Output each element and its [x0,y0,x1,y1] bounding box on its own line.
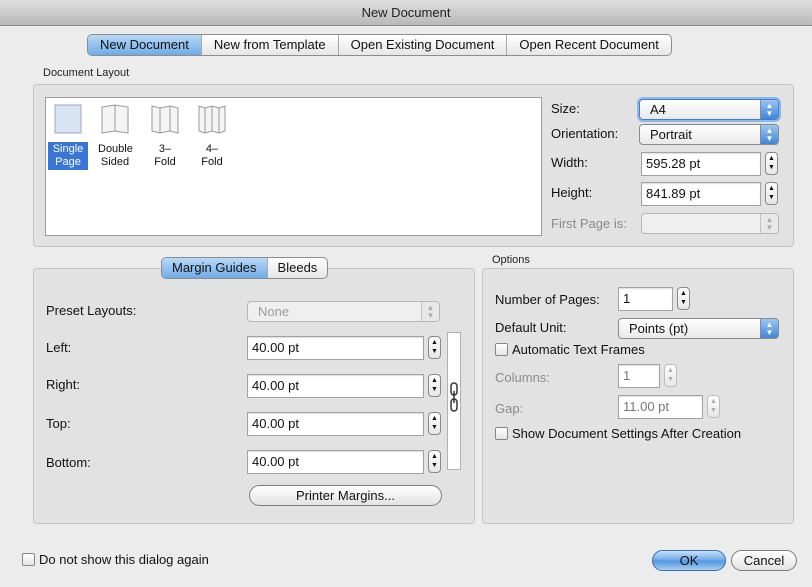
tab-margin-guides[interactable]: Margin Guides [162,258,268,278]
ok-button[interactable]: OK [652,550,726,571]
automatic-text-frames-checkbox[interactable]: Automatic Text Frames [495,342,645,357]
tab-open-recent-document[interactable]: Open Recent Document [507,35,670,55]
layout-label: Single Page [48,142,88,170]
tab-open-existing-document[interactable]: Open Existing Document [339,35,508,55]
single-page-icon [54,104,82,134]
layout-chooser: Single Page Double Sided 3– Fold 4– Fold [45,97,542,236]
columns-field[interactable]: 1 [618,364,660,388]
preset-layouts-label: Preset Layouts: [46,303,137,318]
automatic-text-frames-label: Automatic Text Frames [512,342,645,357]
four-fold-icon [198,105,226,134]
tab-bleeds[interactable]: Bleeds [268,258,328,278]
chevron-updown-icon: ▲ ▼ [760,214,778,233]
tab-new-document[interactable]: New Document [88,35,202,55]
first-page-label: First Page is: [551,216,627,231]
size-popup[interactable]: A4 ▲ ▼ [639,99,779,120]
tab-new-from-template[interactable]: New from Template [202,35,339,55]
preset-layouts-popup[interactable]: None ▲ ▼ [247,301,440,322]
number-of-pages-field[interactable]: 1 [618,287,673,311]
width-stepper[interactable]: ▲ ▼ [765,152,778,175]
first-page-popup[interactable]: ▲ ▼ [641,213,779,234]
gap-stepper[interactable]: ▲ ▼ [707,395,720,418]
margin-right-stepper[interactable]: ▲ ▼ [428,374,441,397]
do-not-show-checkbox[interactable]: Do not show this dialog again [22,552,209,567]
margin-left-field[interactable]: 40.00 pt [247,336,424,360]
height-stepper[interactable]: ▲ ▼ [765,182,778,205]
width-label: Width: [551,155,588,170]
margin-bottom-label: Bottom: [46,455,91,470]
chain-link-icon [450,382,458,412]
margin-right-label: Right: [46,377,80,392]
cancel-button[interactable]: Cancel [731,550,797,571]
orientation-label: Orientation: [551,126,619,141]
orientation-value: Portrait [650,127,692,142]
gap-label: Gap: [495,401,524,416]
height-label: Height: [551,185,593,200]
margin-segmented-control: Margin Guides Bleeds [161,257,329,279]
size-label: Size: [551,101,580,116]
margin-top-stepper[interactable]: ▲ ▼ [428,412,441,435]
options-label: Options [492,254,530,266]
layout-double-sided[interactable]: Double Sided [95,103,135,170]
chevron-updown-icon: ▲ ▼ [760,319,778,338]
margin-left-stepper[interactable]: ▲ ▼ [428,336,441,359]
printer-margins-button[interactable]: Printer Margins... [249,485,442,506]
columns-stepper[interactable]: ▲ ▼ [664,364,677,387]
margin-top-field[interactable]: 40.00 pt [247,412,424,436]
margin-left-label: Left: [46,340,72,355]
document-layout-label: Document Layout [43,67,130,79]
columns-label: Columns: [495,370,550,385]
mode-tabs: New Document New from Template Open Exis… [87,34,672,56]
margin-bottom-field[interactable]: 40.00 pt [247,450,424,474]
default-unit-value: Points (pt) [629,321,689,336]
layout-label: 4– Fold [201,143,223,168]
checkbox-box [495,427,508,440]
double-sided-icon [101,104,129,134]
margin-right-field[interactable]: 40.00 pt [247,374,424,398]
size-value: A4 [650,102,666,117]
chevron-updown-icon: ▲ ▼ [421,302,439,321]
show-document-settings-checkbox[interactable]: Show Document Settings After Creation [495,426,741,441]
three-fold-icon [151,105,179,134]
layout-four-fold[interactable]: 4– Fold [197,103,227,170]
preset-layouts-value: None [258,304,290,319]
margin-bottom-stepper[interactable]: ▲ ▼ [428,450,441,473]
default-unit-label: Default Unit: [495,320,567,335]
height-field[interactable]: 841.89 pt [641,182,761,206]
new-document-dialog: New Document New Document New from Templ… [0,0,812,587]
layout-label: 3– Fold [154,143,176,168]
show-document-settings-label: Show Document Settings After Creation [512,426,742,441]
window-title: New Document [0,0,812,26]
checkbox-box [495,343,508,356]
layout-three-fold[interactable]: 3– Fold [150,103,180,170]
default-unit-popup[interactable]: Points (pt) ▲ ▼ [618,318,779,339]
margin-link-toggle[interactable] [447,332,461,470]
do-not-show-label: Do not show this dialog again [39,552,209,567]
layout-single-page[interactable]: Single Page [48,103,88,170]
number-of-pages-label: Number of Pages: [495,292,600,307]
checkbox-box [22,553,35,566]
margin-top-label: Top: [46,416,71,431]
orientation-popup[interactable]: Portrait ▲ ▼ [639,124,779,145]
chevron-updown-icon: ▲ ▼ [760,100,778,119]
width-field[interactable]: 595.28 pt [641,152,761,176]
number-of-pages-stepper[interactable]: ▲ ▼ [677,287,690,310]
gap-field[interactable]: 11.00 pt [618,395,703,419]
chevron-updown-icon: ▲ ▼ [760,125,778,144]
layout-label: Double Sided [98,143,133,168]
